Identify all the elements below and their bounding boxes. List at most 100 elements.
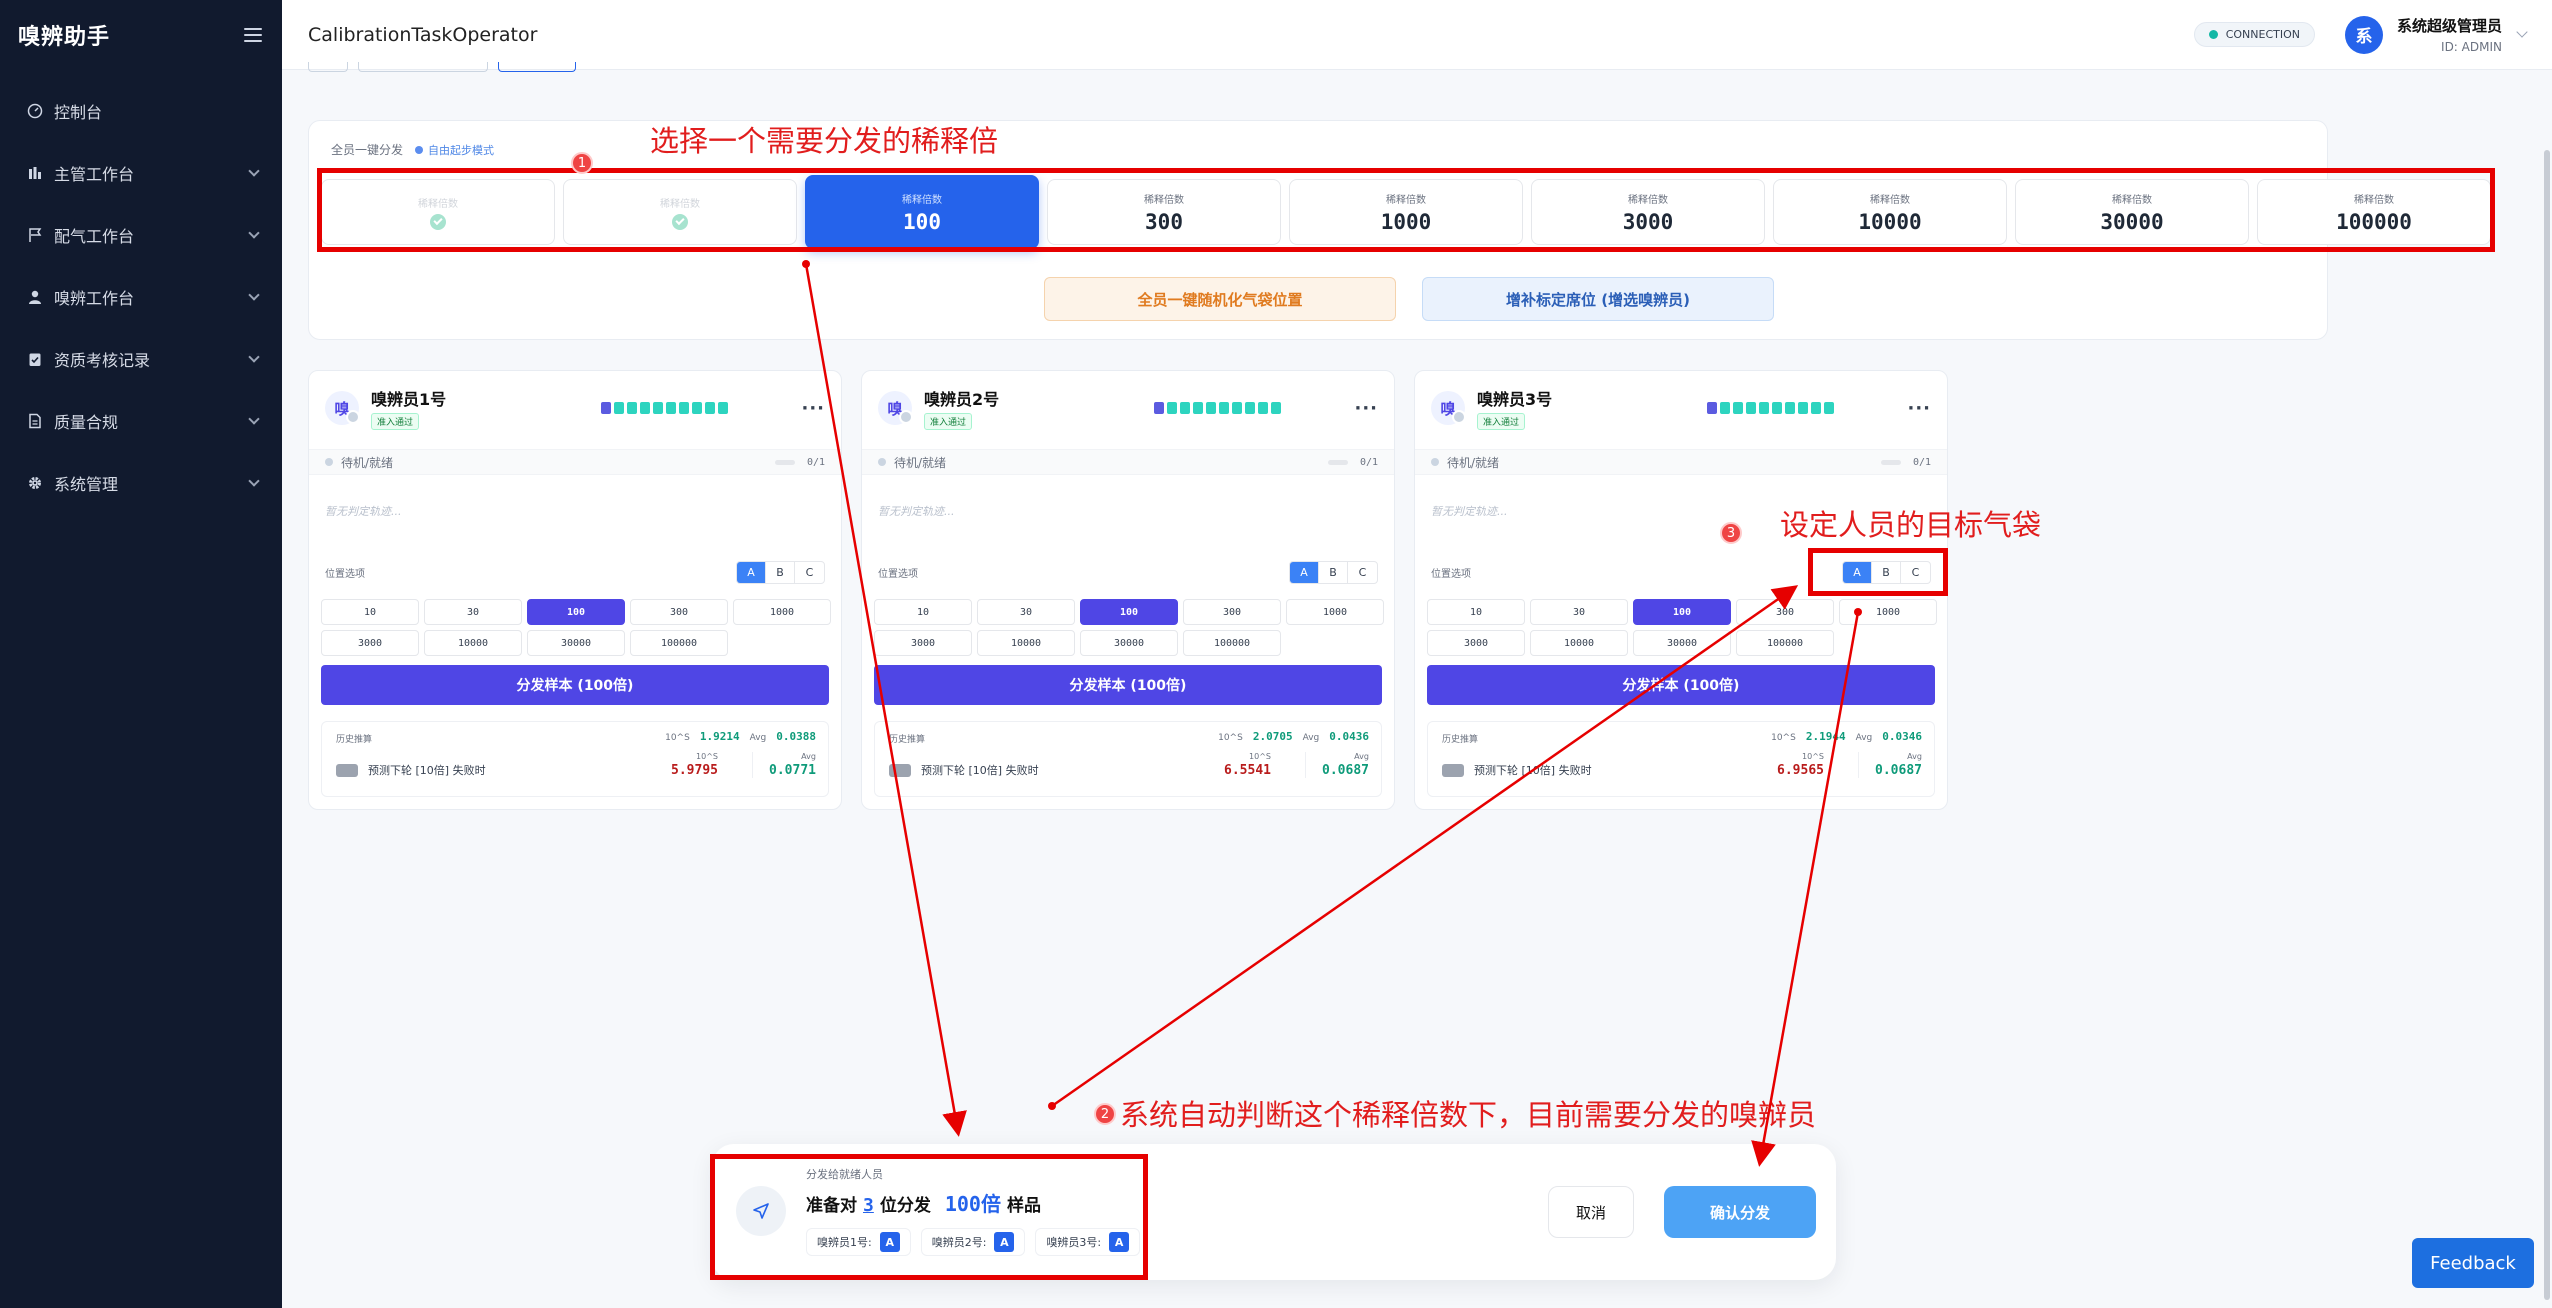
sidebar-item-label: 配气工作台 (54, 227, 135, 246)
scrollbar[interactable] (2544, 150, 2550, 1300)
dilution-chip[interactable]: 100 (1080, 599, 1178, 625)
sidebar-item-odor-panel[interactable]: 嗅辨工作台 (0, 266, 282, 328)
user-icon (26, 288, 44, 306)
operator-name: 嗅辨员3号 (1477, 390, 1553, 409)
dilution-chip[interactable]: 100000 (1736, 630, 1834, 656)
gear-icon (26, 474, 44, 492)
dilution-chip[interactable]: 30 (1530, 599, 1628, 625)
more-icon[interactable]: ··· (1907, 398, 1931, 419)
avatar: 嗅 (878, 391, 913, 425)
annotation-text: 设定人员的目标气袋 (1780, 508, 2042, 542)
dilution-chip[interactable]: 30 (977, 599, 1075, 625)
confirm-dispatch-button[interactable]: 确认分发 (1664, 1186, 1816, 1238)
dilution-chip[interactable]: 10 (321, 599, 419, 625)
dilution-chip[interactable]: 3000 (321, 630, 419, 656)
sidebar-item-label: 主管工作台 (54, 165, 135, 184)
dilution-chip[interactable]: 100000 (1183, 630, 1281, 656)
sidebar-item-console[interactable]: 控制台 (0, 80, 282, 142)
dilution-chip[interactable]: 3000 (874, 630, 972, 656)
sidebar-item-label: 嗅辨工作台 (54, 289, 135, 308)
connection-badge: CONNECTION (2193, 22, 2315, 47)
annotation-number: 2 (1094, 1103, 1116, 1125)
dilution-chip[interactable]: 30000 (527, 630, 625, 656)
chevron-down-icon (248, 475, 260, 487)
dilution-chip[interactable]: 100 (1633, 599, 1731, 625)
operator-card: 嗅 嗅辨员2号 准入通过 ··· 待机/就绪 0/1 暂无判定轨迹... 位置选… (861, 370, 1395, 810)
position-option-c[interactable]: C (795, 562, 824, 583)
progress-bar (774, 459, 795, 465)
tag-icon (1442, 763, 1464, 777)
operator-card: 嗅 嗅辨员1号 准入通过 ··· 待机/就绪 0/1 暂无判定轨迹... 位置选… (308, 370, 842, 810)
position-option-b[interactable]: B (1319, 562, 1348, 583)
dilution-chip[interactable]: 300 (630, 599, 728, 625)
sidebar-item-gas-prep[interactable]: 配气工作台 (0, 204, 282, 266)
prediction-value: 10^S 6.5541 (1224, 752, 1271, 778)
send-sample-button[interactable]: 分发样本 (100倍) (874, 665, 1382, 705)
sidebar: 嗅辨助手 控制台 主管工作台 配气工作台 嗅辨工作台 资质考核记录 质量合规 系… (0, 0, 282, 1308)
more-icon[interactable]: ··· (801, 398, 825, 419)
operator-status-bar: 待机/就绪 0/1 (862, 449, 1394, 475)
dilution-chip[interactable]: 1000 (1839, 599, 1937, 625)
document-icon (26, 412, 44, 430)
dilution-chip[interactable]: 10 (874, 599, 972, 625)
progress-count: 0/1 (1359, 456, 1378, 468)
cancel-button[interactable]: 取消 (1548, 1186, 1634, 1238)
dilution-chip[interactable]: 10 (1427, 599, 1525, 625)
history-values: 10^S 1.9214 Avg 0.0388 (665, 730, 816, 743)
dilution-chip[interactable]: 100000 (630, 630, 728, 656)
status-dot-icon (2208, 30, 2218, 39)
add-seat-button[interactable]: 增补标定席位 (增选嗅辨员) (1422, 277, 1774, 321)
brand-bar: 嗅辨助手 (0, 0, 282, 70)
user-info[interactable]: 系统超级管理员 ID: ADMIN (2397, 15, 2502, 54)
status-dot-icon (878, 458, 886, 466)
operator-name: 嗅辨员2号 (924, 390, 1000, 409)
dilution-chip[interactable]: 300 (1183, 599, 1281, 625)
dilution-chip[interactable]: 10000 (424, 630, 522, 656)
dilution-chip[interactable]: 30000 (1633, 630, 1731, 656)
position-option-a[interactable]: A (737, 562, 766, 583)
position-option-b[interactable]: B (766, 562, 795, 583)
sidebar-item-system[interactable]: 系统管理 (0, 452, 282, 514)
dilution-chip[interactable]: 300 (1736, 599, 1834, 625)
dilution-chip[interactable]: 30 (424, 599, 522, 625)
dilution-grid: 10 30 100 300 1000 3000 10000 30000 1000… (874, 599, 1384, 656)
more-icon[interactable]: ··· (1354, 398, 1378, 419)
flag-icon (26, 226, 44, 244)
progress-bar (1327, 459, 1348, 465)
history-label: 历史推算 (1442, 735, 1479, 745)
user-name: 系统超级管理员 (2396, 17, 2502, 35)
progress-squares (601, 402, 728, 414)
annotation-text: 选择一个需要分发的稀释倍 (650, 124, 999, 158)
position-option-c[interactable]: C (1348, 562, 1377, 583)
dilution-chip[interactable]: 10000 (977, 630, 1075, 656)
dilution-chip[interactable]: 10000 (1530, 630, 1628, 656)
sidebar-item-compliance[interactable]: 质量合规 (0, 390, 282, 452)
sidebar-item-supervisor[interactable]: 主管工作台 (0, 142, 282, 204)
position-row: 位置选项 A B C (325, 561, 825, 584)
send-sample-button[interactable]: 分发样本 (100倍) (1427, 665, 1935, 705)
operator-status-bar: 待机/就绪 0/1 (309, 449, 841, 475)
annotation-number: 3 (1720, 522, 1742, 544)
dilution-chip[interactable]: 30000 (1080, 630, 1178, 656)
sidebar-item-qualification[interactable]: 资质考核记录 (0, 328, 282, 390)
prediction-row: 预测下轮 [10倍] 失败时 (889, 762, 1039, 778)
dilution-chip[interactable]: 3000 (1427, 630, 1525, 656)
dilution-grid: 10 30 100 300 1000 3000 10000 30000 1000… (1427, 599, 1937, 656)
avatar[interactable]: 系 (2344, 15, 2383, 54)
dilution-chip[interactable]: 1000 (1286, 599, 1384, 625)
operator-names: 嗅辨员3号 准入通过 (1477, 386, 1657, 430)
position-option-a[interactable]: A (1290, 562, 1319, 583)
operator-status-bar: 待机/就绪 0/1 (1415, 449, 1947, 475)
randomize-positions-button[interactable]: 全员一键随机化气袋位置 (1044, 277, 1396, 321)
progress-bar (1880, 459, 1901, 465)
operator-name: 嗅辨员1号 (371, 390, 447, 409)
chevron-down-icon (248, 289, 260, 301)
menu-toggle-icon[interactable] (244, 28, 262, 42)
dilution-chip[interactable]: 1000 (733, 599, 831, 625)
tag-icon (889, 763, 911, 777)
send-sample-button[interactable]: 分发样本 (100倍) (321, 665, 829, 705)
dilution-chip[interactable]: 100 (527, 599, 625, 625)
chevron-down-icon[interactable] (2516, 25, 2528, 38)
feedback-button[interactable]: Feedback (2412, 1238, 2534, 1288)
panel-actions: 全员一键随机化气袋位置 增补标定席位 (增选嗅辨员) (1044, 277, 1774, 321)
